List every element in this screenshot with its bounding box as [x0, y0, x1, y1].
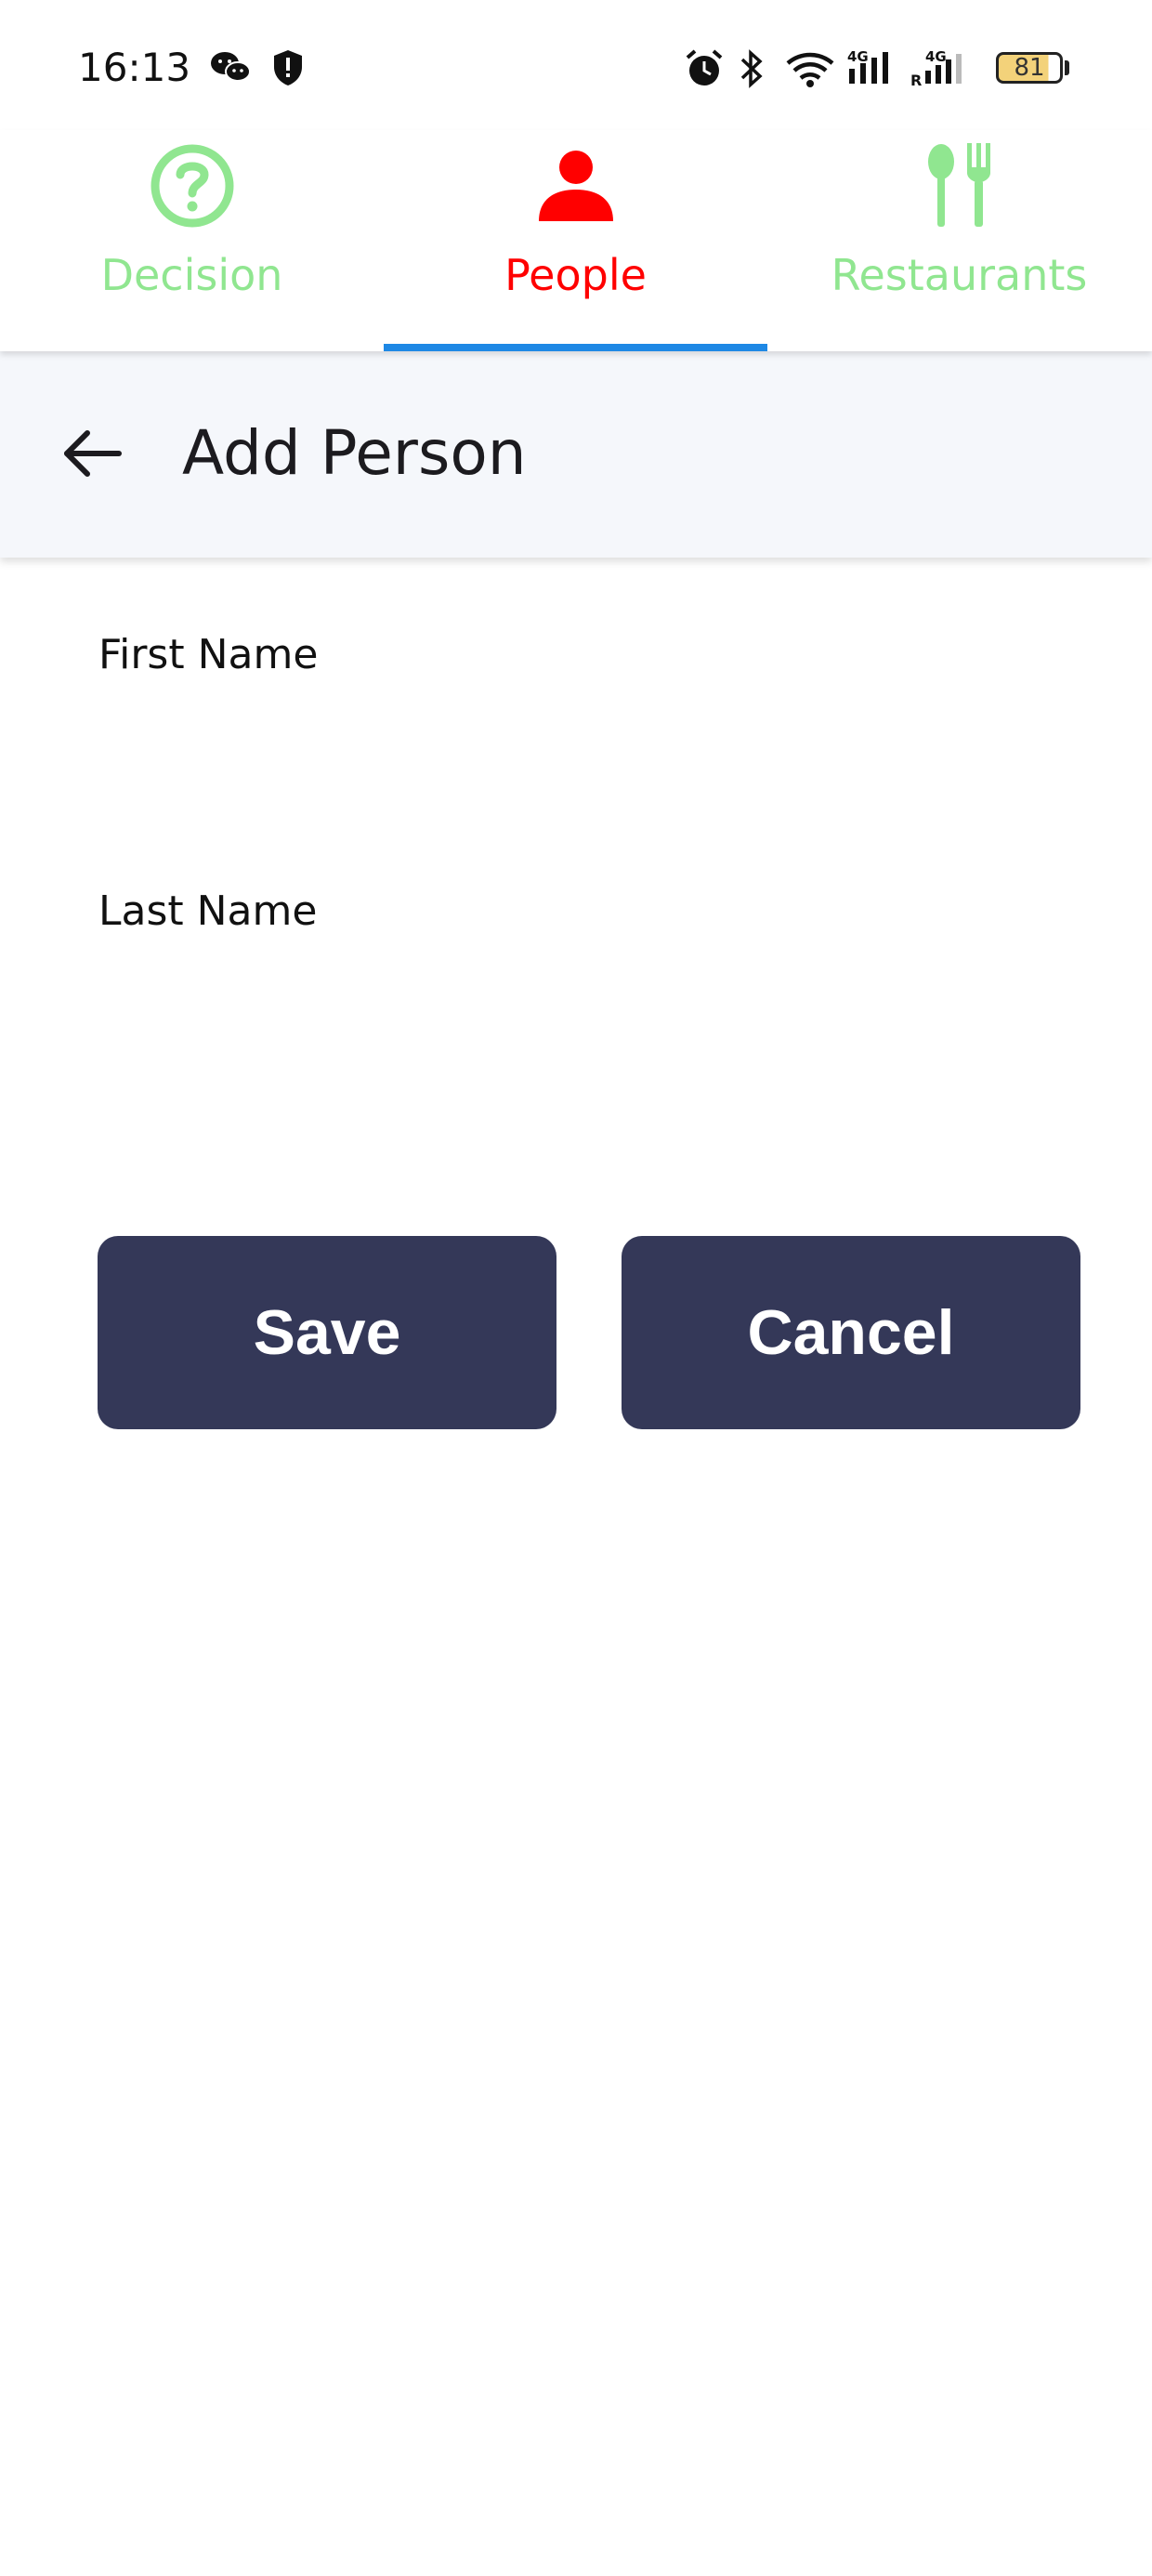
arrow-left-icon [64, 430, 122, 477]
last-name-input[interactable] [98, 952, 1081, 1035]
tab-restaurants[interactable]: Restaurants [767, 130, 1151, 351]
tab-indicator [384, 344, 767, 351]
save-button[interactable]: Save [98, 1236, 556, 1429]
tab-label-people: People [504, 250, 647, 300]
signal-4g-icon: 4G [845, 48, 899, 89]
tab-decision[interactable]: Decision [0, 130, 384, 351]
status-time: 16:13 [78, 45, 191, 90]
question-circle-icon [146, 139, 239, 232]
signal-4g-roaming-icon: 4G R [910, 48, 975, 89]
person-icon [530, 139, 622, 232]
utensils-icon [913, 139, 1006, 232]
wifi-icon [784, 48, 836, 89]
tab-label-decision: Decision [100, 250, 283, 300]
last-name-label: Last Name [98, 887, 318, 935]
tab-label-restaurants: Restaurants [831, 250, 1088, 300]
first-name-input[interactable] [98, 695, 1081, 779]
first-name-field: First Name [98, 630, 1081, 816]
back-button[interactable] [46, 407, 139, 500]
status-bar: 16:13 4G 4G R 81 [0, 0, 1152, 130]
first-name-label: First Name [98, 631, 319, 678]
svg-text:4G: 4G [847, 48, 869, 65]
shield-icon [271, 48, 305, 89]
battery-level: 81 [1014, 54, 1045, 82]
battery-tip [1065, 60, 1069, 75]
svg-text:4G: 4G [925, 48, 947, 65]
last-name-field: Last Name [98, 887, 1081, 1072]
svg-text:R: R [910, 72, 922, 89]
cancel-button[interactable]: Cancel [622, 1236, 1080, 1429]
app-bar: Add Person [0, 351, 1152, 558]
bluetooth-icon [738, 48, 766, 89]
wechat-icon [210, 48, 251, 89]
top-tab-bar: Decision People Restaurants [0, 130, 1152, 351]
page-title: Add Person [182, 417, 527, 489]
alarm-icon [684, 48, 725, 89]
tab-people[interactable]: People [384, 130, 767, 351]
